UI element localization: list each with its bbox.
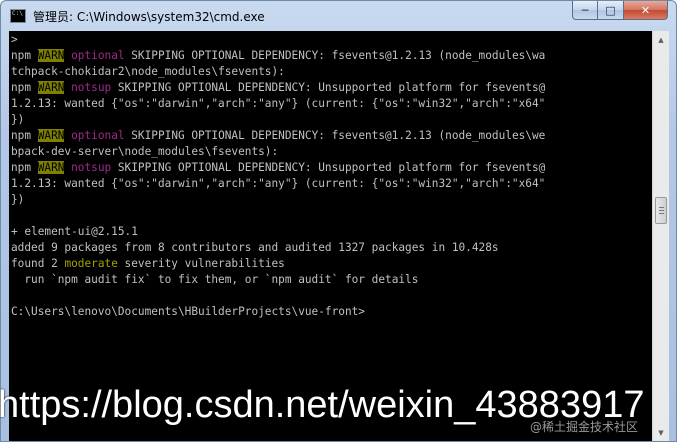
scroll-up-arrow-icon[interactable]: ▲ (653, 31, 669, 48)
console-line: > (11, 32, 545, 48)
console-text-segment: found 2 (11, 257, 65, 270)
console-text-segment: npm (11, 161, 38, 174)
warn-badge: WARN (37, 49, 65, 62)
window-title: 管理员: C:\Windows\system32\cmd.exe (33, 10, 265, 24)
console-text-segment: optional (71, 49, 125, 62)
console-line: npm WARN optional SKIPPING OPTIONAL DEPE… (11, 48, 545, 64)
console-line: C:\Users\lenovo\Documents\HBuilderProjec… (11, 304, 545, 320)
console-line: }) (11, 112, 545, 128)
console-line: tchpack-chokidar2\node_modules\fsevents)… (11, 64, 545, 80)
title-bar[interactable]: C:\ 管理员: C:\Windows\system32\cmd.exe ─ □… (1, 1, 676, 31)
console-text-segment: optional (71, 129, 125, 142)
watermark-credit: @稀土掘金技术社区 (530, 420, 639, 434)
warn-badge: WARN (37, 81, 65, 94)
console-output[interactable]: > npm WARN optional SKIPPING OPTIONAL DEP… (9, 31, 652, 441)
console-text-segment: tchpack-chokidar2\node_modules\fsevents)… (11, 65, 285, 78)
console-text-segment: bpack-dev-server\node_modules\fsevents): (11, 145, 279, 158)
console-line: }) (11, 192, 545, 208)
console-text-segment: severity vulnerabilities (117, 257, 285, 270)
mouse-cursor-icon: ✚ (84, 414, 96, 430)
console-line: 1.2.13: wanted {"os":"darwin","arch":"an… (11, 176, 545, 192)
console-line: + element-ui@2.15.1 (11, 224, 545, 240)
console-line: added 9 packages from 8 contributors and… (11, 240, 545, 256)
minimize-icon: ─ (581, 3, 589, 17)
console-text-segment: SKIPPING OPTIONAL DEPENDENCY: fsevents@1… (124, 129, 546, 142)
console-text-segment: > (11, 33, 18, 46)
warn-badge: WARN (37, 161, 65, 174)
console-text-segment: + element-ui@2.15.1 (11, 225, 138, 238)
scroll-thumb[interactable] (655, 197, 667, 224)
warn-badge: WARN (37, 129, 65, 142)
console-text-segment: C:\Users\lenovo\Documents\HBuilderProjec… (11, 305, 365, 318)
maximize-icon: □ (605, 3, 616, 17)
console-line: npm WARN notsup SKIPPING OPTIONAL DEPEND… (11, 80, 545, 96)
console-text-segment: npm (11, 81, 38, 94)
vertical-scrollbar[interactable]: ▲ ▼ (652, 31, 669, 441)
console-text-segment: run `npm audit fix` to fix them, or `npm… (11, 273, 419, 286)
console-text-segment: moderate (64, 257, 118, 270)
console-line: npm WARN notsup SKIPPING OPTIONAL DEPEND… (11, 160, 545, 176)
caption-buttons: ─ □ ✕ (572, 1, 668, 21)
console-text-segment: SKIPPING OPTIONAL DEPENDENCY: fsevents@1… (124, 49, 546, 62)
close-button[interactable]: ✕ (624, 1, 668, 20)
console-line: npm WARN optional SKIPPING OPTIONAL DEPE… (11, 128, 545, 144)
console-text-segment: 1.2.13: wanted {"os":"darwin","arch":"an… (11, 97, 546, 110)
console-text-segment: SKIPPING OPTIONAL DEPENDENCY: Unsupporte… (111, 81, 546, 94)
console-text-segment: notsup (71, 81, 112, 94)
console-text-segment: npm (11, 129, 38, 142)
console-text-segment: SKIPPING OPTIONAL DEPENDENCY: Unsupporte… (111, 161, 546, 174)
cmd-window: C:\ 管理员: C:\Windows\system32\cmd.exe ─ □… (0, 0, 677, 442)
console-text-segment: }) (11, 113, 25, 126)
console-line: run `npm audit fix` to fix them, or `npm… (11, 272, 545, 288)
console-text-segment: notsup (71, 161, 112, 174)
console-text-segment: }) (11, 193, 25, 206)
maximize-button[interactable]: □ (598, 1, 624, 20)
console-text-segment: npm (11, 49, 38, 62)
console-text-segment: 1.2.13: wanted {"os":"darwin","arch":"an… (11, 177, 546, 190)
minimize-button[interactable]: ─ (572, 1, 598, 20)
scroll-down-arrow-icon[interactable]: ▼ (653, 424, 669, 441)
console-line: 1.2.13: wanted {"os":"darwin","arch":"an… (11, 96, 545, 112)
console-text: > npm WARN optional SKIPPING OPTIONAL DEP… (11, 32, 545, 320)
console-text-segment: added 9 packages from 8 contributors and… (11, 241, 499, 254)
cmd-icon[interactable]: C:\ (10, 9, 26, 23)
console-line: bpack-dev-server\node_modules\fsevents): (11, 144, 545, 160)
console-line: found 2 moderate severity vulnerabilitie… (11, 256, 545, 272)
close-icon: ✕ (640, 3, 651, 17)
